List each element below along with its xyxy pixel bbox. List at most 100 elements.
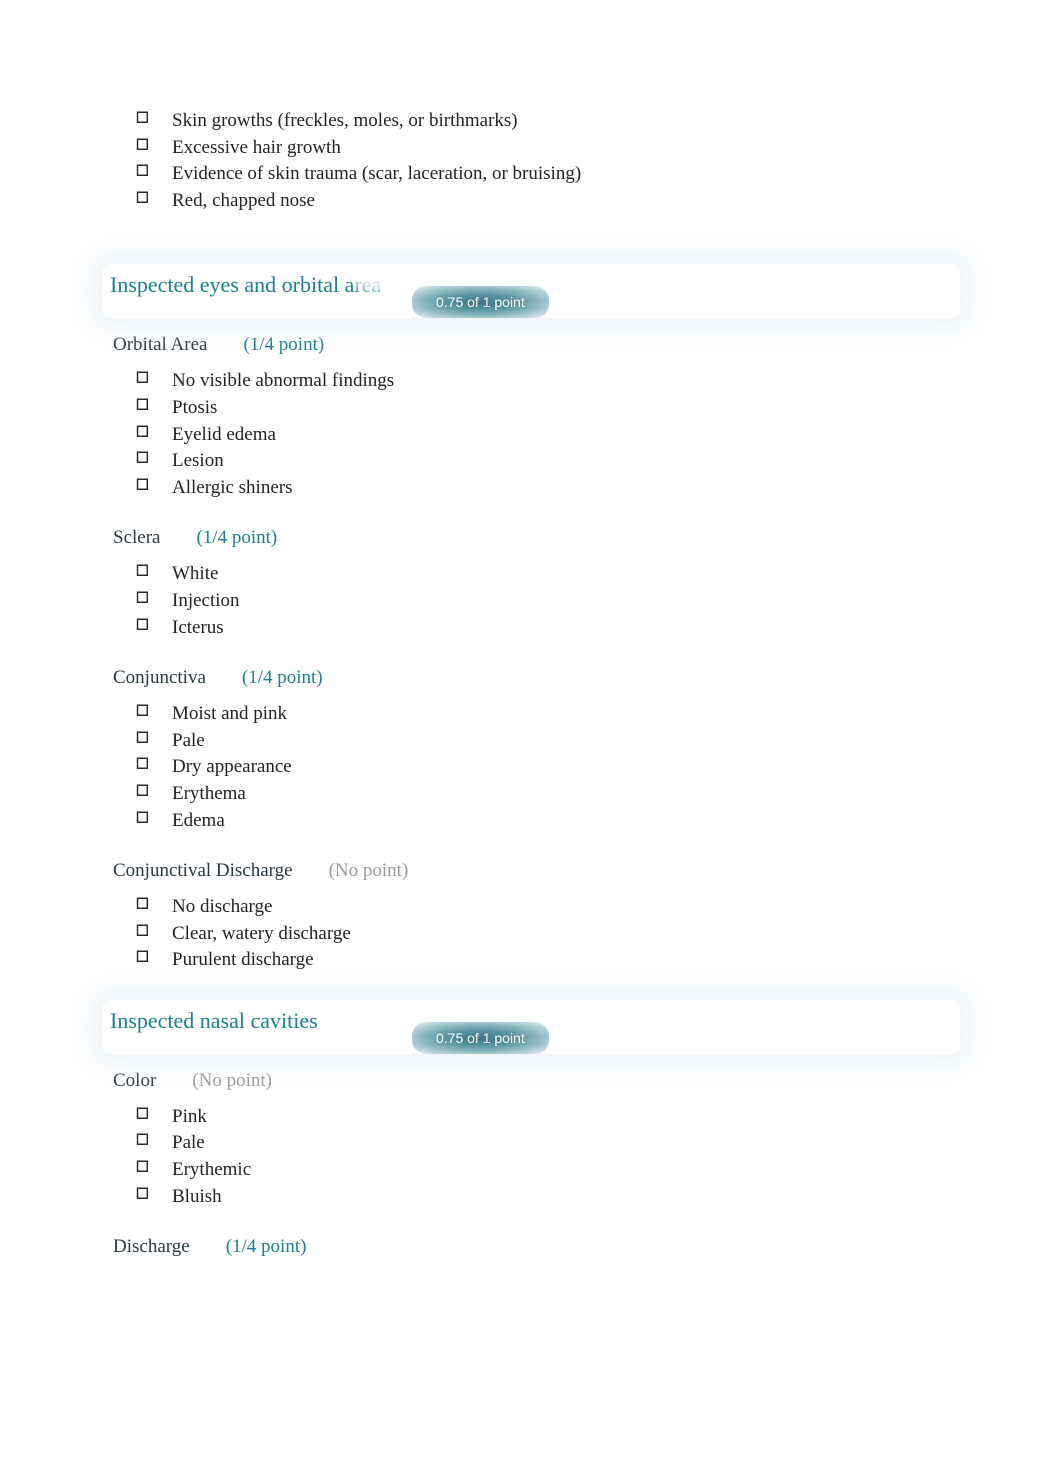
- list-item: 🞐 Pink: [136, 1104, 952, 1131]
- findings-list: 🞐 White 🞐 Injection 🞐 Icterus: [110, 561, 952, 641]
- list-item-text: Pink: [172, 1106, 207, 1127]
- list-item-text: Dry appearance: [172, 756, 292, 777]
- subheading-label: Orbital Area: [113, 334, 207, 355]
- bullet-icon: 🞐: [136, 1157, 148, 1179]
- list-item-text: Injection: [172, 590, 240, 611]
- list-item-text: Evidence of skin trauma (scar, laceratio…: [172, 163, 581, 184]
- list-item: 🞐 Dry appearance: [136, 754, 952, 781]
- list-item-text: Ptosis: [172, 397, 217, 418]
- subheading-points: (1/4 point): [243, 334, 324, 355]
- list-item-text: Clear, watery discharge: [172, 923, 351, 944]
- list-item: 🞐 Erythemic: [136, 1157, 952, 1184]
- list-item: 🞐 Edema: [136, 808, 952, 835]
- bullet-icon: 🞐: [136, 1104, 148, 1126]
- bullet-icon: 🞐: [136, 615, 148, 637]
- list-item-text: Skin growths (freckles, moles, or birthm…: [172, 110, 518, 131]
- list-item: 🞐 Erythema: [136, 781, 952, 808]
- list-item-text: Lesion: [172, 450, 224, 471]
- top-findings-list: 🞐 Skin growths (freckles, moles, or birth…: [110, 108, 952, 214]
- point-badge: 0.75 of 1 point: [412, 286, 549, 318]
- list-item: 🞐 Lesion: [136, 448, 952, 475]
- subheading-points: (1/4 point): [242, 667, 323, 688]
- findings-list: 🞐 No discharge 🞐 Clear, watery discharge 🞐 Pu…: [110, 894, 952, 974]
- subheading: Conjunctiva (1/4 point): [110, 667, 952, 689]
- list-item-text: Erythemic: [172, 1159, 251, 1180]
- bullet-icon: 🞐: [136, 1130, 148, 1152]
- subheading: Color (No point): [110, 1070, 952, 1092]
- bullet-icon: 🞐: [136, 1184, 148, 1206]
- list-item: 🞐 No visible abnormal findings: [136, 368, 952, 395]
- list-item: 🞐 Clear, watery discharge: [136, 921, 952, 948]
- list-item-text: Pale: [172, 1132, 205, 1153]
- bullet-icon: 🞐: [136, 108, 148, 130]
- subheading-label: Conjunctival Discharge: [113, 860, 293, 881]
- list-item: 🞐 Red, chapped nose: [136, 188, 952, 215]
- point-badge: 0.75 of 1 point: [412, 1022, 549, 1054]
- findings-list: 🞐 Pink 🞐 Pale 🞐 Erythemic 🞐 Bluish: [110, 1104, 952, 1210]
- list-item-text: Allergic shiners: [172, 477, 293, 498]
- bullet-icon: 🞐: [136, 588, 148, 610]
- list-item: 🞐 Ptosis: [136, 395, 952, 422]
- list-item: 🞐 Pale: [136, 728, 952, 755]
- subheading-points: (No point): [192, 1070, 272, 1091]
- list-item-text: Purulent discharge: [172, 949, 314, 970]
- subheading: Orbital Area (1/4 point): [110, 334, 952, 356]
- list-item: 🞐 Moist and pink: [136, 701, 952, 728]
- bullet-icon: 🞐: [136, 448, 148, 470]
- findings-list: 🞐 Moist and pink 🞐 Pale 🞐 Dry appearance 🞐 Eryt…: [110, 701, 952, 834]
- list-item: 🞐 Purulent discharge: [136, 947, 952, 974]
- list-item-text: Icterus: [172, 617, 224, 638]
- list-item: 🞐 Injection: [136, 588, 952, 615]
- bullet-icon: 🞐: [136, 422, 148, 444]
- subheading-points: (1/4 point): [196, 527, 277, 548]
- bullet-icon: 🞐: [136, 808, 148, 830]
- list-item-text: Excessive hair growth: [172, 137, 341, 158]
- list-item-text: Bluish: [172, 1186, 222, 1207]
- subheading: Sclera (1/4 point): [110, 527, 952, 549]
- list-item: 🞐 Eyelid edema: [136, 422, 952, 449]
- subheading-points: (No point): [329, 860, 409, 881]
- bullet-icon: 🞐: [136, 561, 148, 583]
- list-item-text: Pale: [172, 730, 205, 751]
- findings-list: 🞐 No visible abnormal findings 🞐 Ptosis 🞐 Eye…: [110, 368, 952, 501]
- subheading-label: Discharge: [113, 1236, 190, 1257]
- subheading-points: (1/4 point): [226, 1236, 307, 1257]
- bullet-icon: 🞐: [136, 728, 148, 750]
- bullet-icon: 🞐: [136, 894, 148, 916]
- bullet-icon: 🞐: [136, 395, 148, 417]
- list-item-text: Red, chapped nose: [172, 190, 315, 211]
- list-item-text: White: [172, 563, 218, 584]
- list-item-text: No visible abnormal findings: [172, 370, 394, 391]
- list-item: 🞐 Pale: [136, 1130, 952, 1157]
- list-item-text: Moist and pink: [172, 703, 287, 724]
- bullet-icon: 🞐: [136, 135, 148, 157]
- section-header: Inspected eyes and orbital area0.75 of 1…: [102, 264, 960, 318]
- bullet-icon: 🞐: [136, 947, 148, 969]
- subheading-label: Sclera: [113, 527, 160, 548]
- subheading-label: Color: [113, 1070, 156, 1091]
- bullet-icon: 🞐: [136, 781, 148, 803]
- bullet-icon: 🞐: [136, 368, 148, 390]
- bullet-icon: 🞐: [136, 475, 148, 497]
- bullet-icon: 🞐: [136, 161, 148, 183]
- list-item: 🞐 Bluish: [136, 1184, 952, 1211]
- subheading: Conjunctival Discharge (No point): [110, 860, 952, 882]
- bullet-icon: 🞐: [136, 188, 148, 210]
- list-item: 🞐 Evidence of skin trauma (scar, lacerati…: [136, 161, 952, 188]
- list-item: 🞐 Allergic shiners: [136, 475, 952, 502]
- list-item: 🞐 Skin growths (freckles, moles, or birth…: [136, 108, 952, 135]
- list-item-text: Eyelid edema: [172, 424, 276, 445]
- list-item: 🞐 White: [136, 561, 952, 588]
- bullet-icon: 🞐: [136, 701, 148, 723]
- subheading: Discharge (1/4 point): [110, 1236, 952, 1258]
- section-header: Inspected nasal cavities0.75 of 1 point: [102, 1000, 960, 1054]
- list-item: 🞐 Icterus: [136, 615, 952, 642]
- list-item: 🞐 Excessive hair growth: [136, 135, 952, 162]
- subheading-label: Conjunctiva: [113, 667, 206, 688]
- bullet-icon: 🞐: [136, 754, 148, 776]
- list-item: 🞐 No discharge: [136, 894, 952, 921]
- list-item-text: No discharge: [172, 896, 272, 917]
- bullet-icon: 🞐: [136, 921, 148, 943]
- list-item-text: Edema: [172, 810, 225, 831]
- list-item-text: Erythema: [172, 783, 246, 804]
